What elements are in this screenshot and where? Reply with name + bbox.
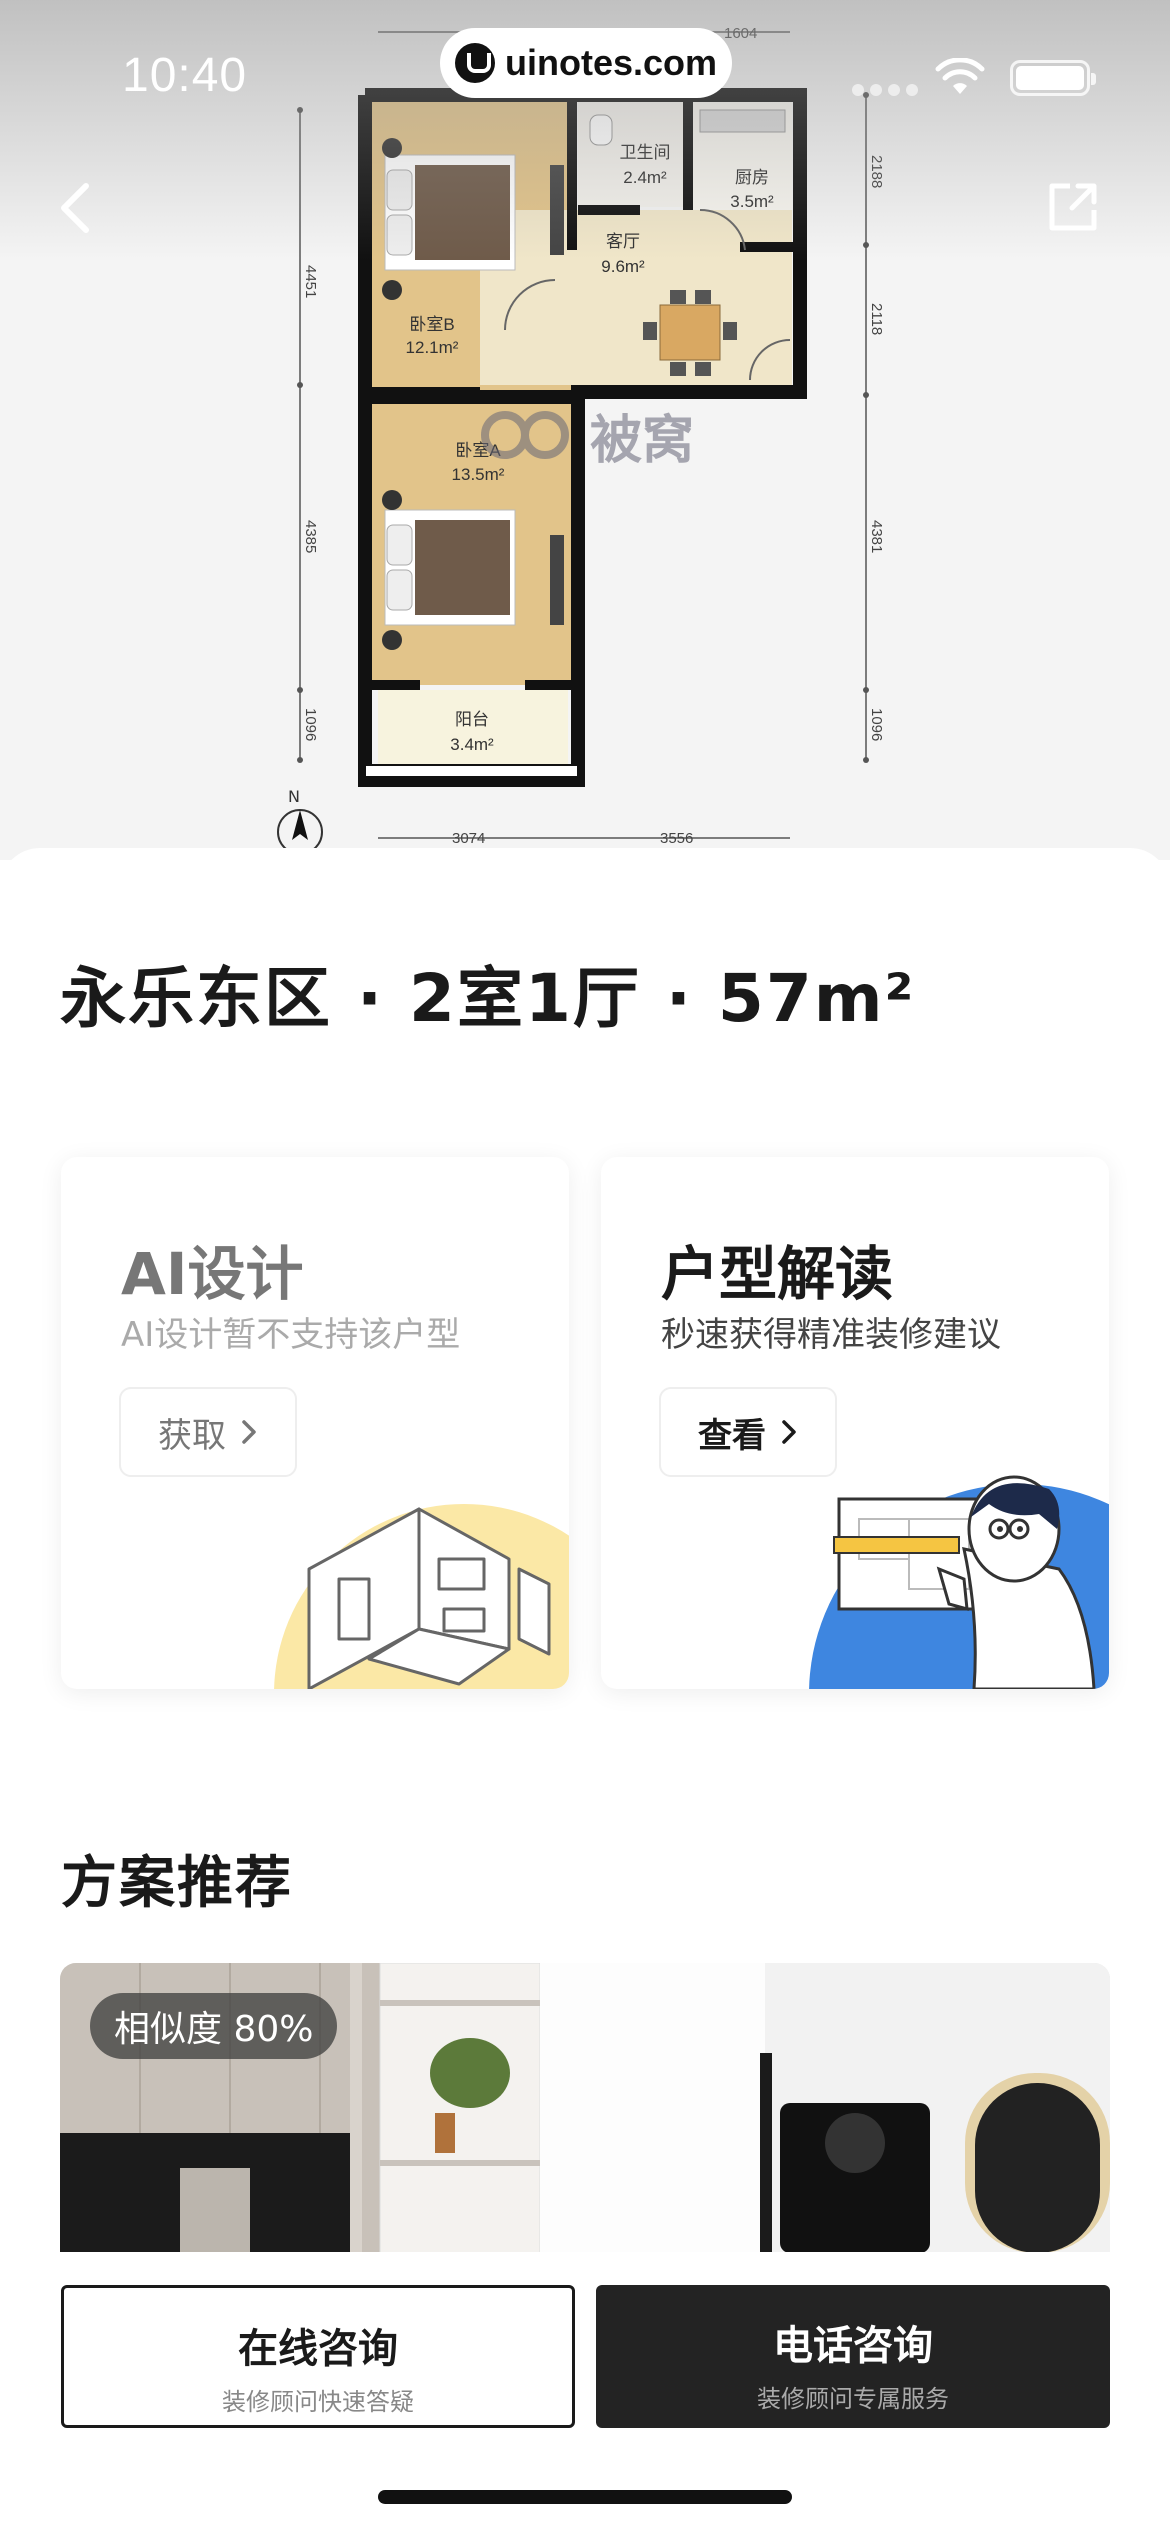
svg-text:N: N xyxy=(288,787,300,806)
phone-consult-button[interactable]: 电话咨询 装修顾问专属服务 xyxy=(596,2285,1110,2428)
plan-analysis-card[interactable]: 户型解读 秒速获得精准装修建议 查看 xyxy=(601,1157,1109,1689)
wifi-icon xyxy=(935,58,985,94)
svg-text:3.5m²: 3.5m² xyxy=(730,192,774,211)
svg-text:4451: 4451 xyxy=(302,265,319,298)
room-label-bedroom-b: 卧室B xyxy=(409,315,454,334)
svg-text:3556: 3556 xyxy=(660,830,693,847)
get-button-label: 获取 xyxy=(158,1415,226,1456)
room-label-kitchen: 厨房 xyxy=(735,168,769,187)
svg-text:2188: 2188 xyxy=(868,155,885,188)
ai-design-card[interactable]: AI设计 AI设计暂不支持该户型 获取 xyxy=(61,1157,569,1689)
svg-text:2118: 2118 xyxy=(868,303,885,335)
recommend-section-title: 方案推荐 xyxy=(61,1851,293,1916)
plan-analysis-title: 户型解读 xyxy=(661,1240,894,1308)
watermark-text: uinotes.com xyxy=(504,42,718,83)
online-consult-button[interactable]: 在线咨询 装修顾问快速答疑 xyxy=(61,2285,575,2428)
online-consult-label: 在线咨询 xyxy=(238,2326,398,2372)
svg-text:1096: 1096 xyxy=(868,708,885,741)
floor-plan-area: 卫生间 2.4m² 厨房 3.5m² 客厅 9.6m² 卧室B 12.1m² 卧… xyxy=(0,0,1170,860)
svg-text:4385: 4385 xyxy=(302,520,319,553)
ai-design-title: AI设计 xyxy=(121,1240,304,1308)
room-3d-illustration xyxy=(274,1504,569,1689)
svg-text:12.1m²: 12.1m² xyxy=(406,338,459,357)
svg-text:1096: 1096 xyxy=(302,708,319,741)
plan-analysis-subtitle: 秒速获得精准装修建议 xyxy=(661,1315,1001,1355)
watermark-pill: uinotes.com xyxy=(440,28,732,98)
share-icon[interactable] xyxy=(1046,180,1100,234)
chevron-right-icon xyxy=(242,1420,256,1444)
svg-text:3074: 3074 xyxy=(452,830,485,847)
recommend-scheme-photo[interactable]: 相似度 80% xyxy=(60,1963,1110,2253)
signal-dots-icon xyxy=(852,84,918,96)
phone-consult-sub: 装修顾问专属服务 xyxy=(757,2385,949,2413)
room-label-bathroom: 卫生间 xyxy=(620,143,671,162)
online-consult-sub: 装修顾问快速答疑 xyxy=(222,2388,414,2416)
floor-plan-drawing[interactable]: 卫生间 2.4m² 厨房 3.5m² 客厅 9.6m² 卧室B 12.1m² 卧… xyxy=(0,0,1170,860)
view-button-label: 查看 xyxy=(698,1415,766,1456)
designer-illustration xyxy=(809,1475,1109,1689)
svg-text:1604: 1604 xyxy=(724,25,757,42)
house-title: 永乐东区 · 2室1厅 · 57m² xyxy=(60,960,916,1037)
svg-text:2.4m²: 2.4m² xyxy=(623,168,667,187)
svg-text:4381: 4381 xyxy=(868,520,885,553)
plan-brand-watermark: 被窝 xyxy=(590,411,694,471)
similarity-badge: 相似度 80% xyxy=(90,1993,338,2059)
room-label-living: 客厅 xyxy=(606,232,640,251)
phone-consult-label: 电话咨询 xyxy=(773,2323,933,2369)
battery-icon xyxy=(1010,60,1096,96)
svg-text:9.6m²: 9.6m² xyxy=(601,257,645,276)
back-icon[interactable] xyxy=(52,178,102,238)
svg-text:13.5m²: 13.5m² xyxy=(452,465,505,484)
ai-design-subtitle: AI设计暂不支持该户型 xyxy=(121,1315,461,1355)
chevron-right-icon xyxy=(782,1420,796,1444)
uinotes-logo-icon xyxy=(454,43,495,83)
room-label-balcony: 阳台 xyxy=(455,710,489,729)
compass-icon: N xyxy=(277,787,323,855)
home-indicator[interactable] xyxy=(378,2490,792,2504)
status-time: 10:40 xyxy=(122,49,248,102)
svg-text:3.4m²: 3.4m² xyxy=(450,735,494,754)
